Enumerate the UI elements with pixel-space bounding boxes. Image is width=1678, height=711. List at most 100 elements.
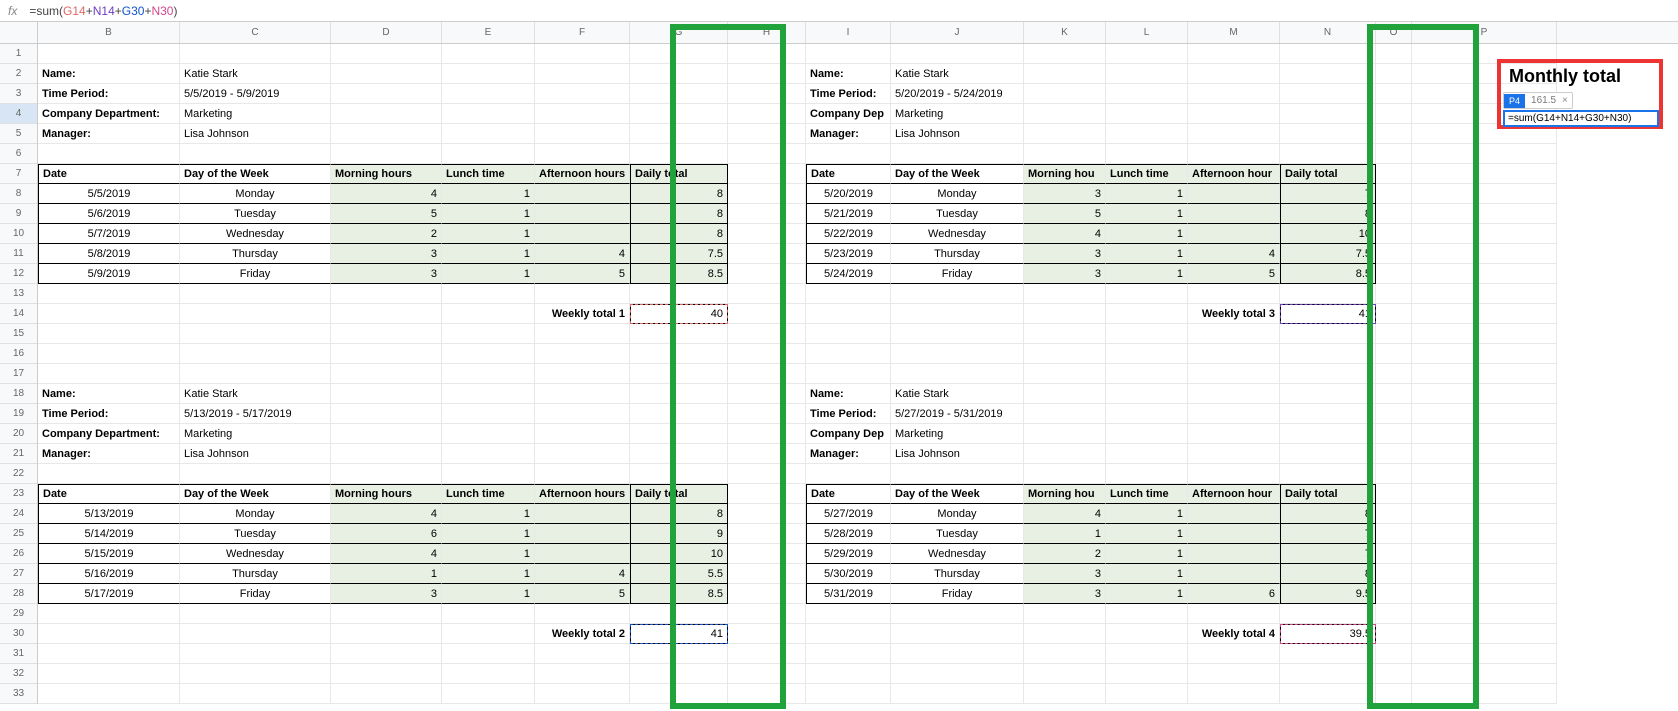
cell[interactable] xyxy=(1188,204,1280,224)
empty-cell[interactable] xyxy=(1024,344,1106,364)
empty-cell[interactable] xyxy=(1280,384,1376,404)
empty-cell[interactable] xyxy=(1412,604,1557,624)
empty-cell[interactable] xyxy=(180,284,331,304)
formula-result-chip[interactable]: P4 161.5 × xyxy=(1503,92,1573,109)
cell[interactable]: Marketing xyxy=(891,104,1024,124)
cell[interactable]: Monday xyxy=(180,504,331,524)
cell[interactable]: 5/27/2019 - 5/31/2019 xyxy=(891,404,1024,424)
cell[interactable]: Lunch time xyxy=(442,484,535,504)
empty-cell[interactable] xyxy=(1376,144,1412,164)
col-header-f[interactable]: F xyxy=(535,22,630,43)
empty-cell[interactable] xyxy=(442,284,535,304)
empty-cell[interactable] xyxy=(1106,444,1188,464)
empty-cell[interactable] xyxy=(728,264,806,284)
cell[interactable]: Daily total xyxy=(1280,164,1376,184)
cell[interactable]: 8.5 xyxy=(630,584,728,604)
empty-cell[interactable] xyxy=(331,344,442,364)
row-header-28[interactable]: 28 xyxy=(0,584,37,604)
empty-cell[interactable] xyxy=(1376,164,1412,184)
empty-cell[interactable] xyxy=(442,144,535,164)
empty-cell[interactable] xyxy=(331,444,442,464)
empty-cell[interactable] xyxy=(728,504,806,524)
row-header-6[interactable]: 6 xyxy=(0,144,37,164)
empty-cell[interactable] xyxy=(1412,544,1557,564)
empty-cell[interactable] xyxy=(630,344,728,364)
empty-cell[interactable] xyxy=(1376,184,1412,204)
cell[interactable] xyxy=(1188,544,1280,564)
cell[interactable]: 5/5/2019 - 5/9/2019 xyxy=(180,84,331,104)
cell[interactable] xyxy=(1188,184,1280,204)
cell[interactable]: 1 xyxy=(1106,264,1188,284)
empty-cell[interactable] xyxy=(535,144,630,164)
empty-cell[interactable] xyxy=(891,624,1024,644)
cell[interactable]: Time Period: xyxy=(38,84,180,104)
select-all-corner[interactable] xyxy=(0,22,38,44)
empty-cell[interactable] xyxy=(442,304,535,324)
empty-cell[interactable] xyxy=(1024,44,1106,64)
empty-cell[interactable] xyxy=(728,464,806,484)
empty-cell[interactable] xyxy=(180,604,331,624)
empty-cell[interactable] xyxy=(38,144,180,164)
cell[interactable]: 41 xyxy=(630,624,728,644)
empty-cell[interactable] xyxy=(728,564,806,584)
cell[interactable]: 5/8/2019 xyxy=(38,244,180,264)
cell[interactable]: 10 xyxy=(630,544,728,564)
empty-cell[interactable] xyxy=(38,364,180,384)
empty-cell[interactable] xyxy=(728,664,806,684)
cell[interactable]: 1 xyxy=(1106,524,1188,544)
empty-cell[interactable] xyxy=(630,384,728,404)
cell[interactable]: 3 xyxy=(1024,184,1106,204)
row-header-26[interactable]: 26 xyxy=(0,544,37,564)
cell[interactable]: 8 xyxy=(1280,204,1376,224)
empty-cell[interactable] xyxy=(1106,144,1188,164)
cell[interactable]: 3 xyxy=(331,244,442,264)
empty-cell[interactable] xyxy=(535,44,630,64)
empty-cell[interactable] xyxy=(1024,684,1106,704)
empty-cell[interactable] xyxy=(728,424,806,444)
empty-cell[interactable] xyxy=(535,344,630,364)
row-header-2[interactable]: 2 xyxy=(0,64,37,84)
empty-cell[interactable] xyxy=(331,604,442,624)
cell[interactable]: Company Dep xyxy=(806,104,891,124)
empty-cell[interactable] xyxy=(1024,324,1106,344)
empty-cell[interactable] xyxy=(1376,264,1412,284)
empty-cell[interactable] xyxy=(630,424,728,444)
cell[interactable]: Manager: xyxy=(806,444,891,464)
col-header-n[interactable]: N xyxy=(1280,22,1376,43)
row-header-16[interactable]: 16 xyxy=(0,344,37,364)
empty-cell[interactable] xyxy=(1024,64,1106,84)
empty-cell[interactable] xyxy=(1188,604,1280,624)
empty-cell[interactable] xyxy=(38,324,180,344)
empty-cell[interactable] xyxy=(1412,524,1557,544)
cell[interactable] xyxy=(535,504,630,524)
cell[interactable]: Daily total xyxy=(630,164,728,184)
cell[interactable]: 5 xyxy=(1188,264,1280,284)
cell[interactable]: 8.5 xyxy=(1280,264,1376,284)
empty-cell[interactable] xyxy=(1412,444,1557,464)
empty-cell[interactable] xyxy=(630,104,728,124)
empty-cell[interactable] xyxy=(1106,624,1188,644)
empty-cell[interactable] xyxy=(38,604,180,624)
empty-cell[interactable] xyxy=(1280,64,1376,84)
empty-cell[interactable] xyxy=(1106,104,1188,124)
cell[interactable]: 5 xyxy=(535,264,630,284)
empty-cell[interactable] xyxy=(331,284,442,304)
empty-cell[interactable] xyxy=(1412,324,1557,344)
empty-cell[interactable] xyxy=(630,364,728,384)
cell[interactable]: Wednesday xyxy=(180,224,331,244)
empty-cell[interactable] xyxy=(1412,364,1557,384)
cell[interactable]: Katie Stark xyxy=(180,64,331,84)
cell[interactable]: Friday xyxy=(180,264,331,284)
empty-cell[interactable] xyxy=(442,64,535,84)
empty-cell[interactable] xyxy=(1376,484,1412,504)
empty-cell[interactable] xyxy=(535,124,630,144)
empty-cell[interactable] xyxy=(1376,204,1412,224)
empty-cell[interactable] xyxy=(1106,84,1188,104)
empty-cell[interactable] xyxy=(1188,404,1280,424)
row-header-5[interactable]: 5 xyxy=(0,124,37,144)
cell[interactable]: Manager: xyxy=(38,444,180,464)
cell[interactable]: Date xyxy=(38,164,180,184)
cell[interactable]: 4 xyxy=(535,244,630,264)
cell[interactable]: 40 xyxy=(630,304,728,324)
empty-cell[interactable] xyxy=(535,424,630,444)
